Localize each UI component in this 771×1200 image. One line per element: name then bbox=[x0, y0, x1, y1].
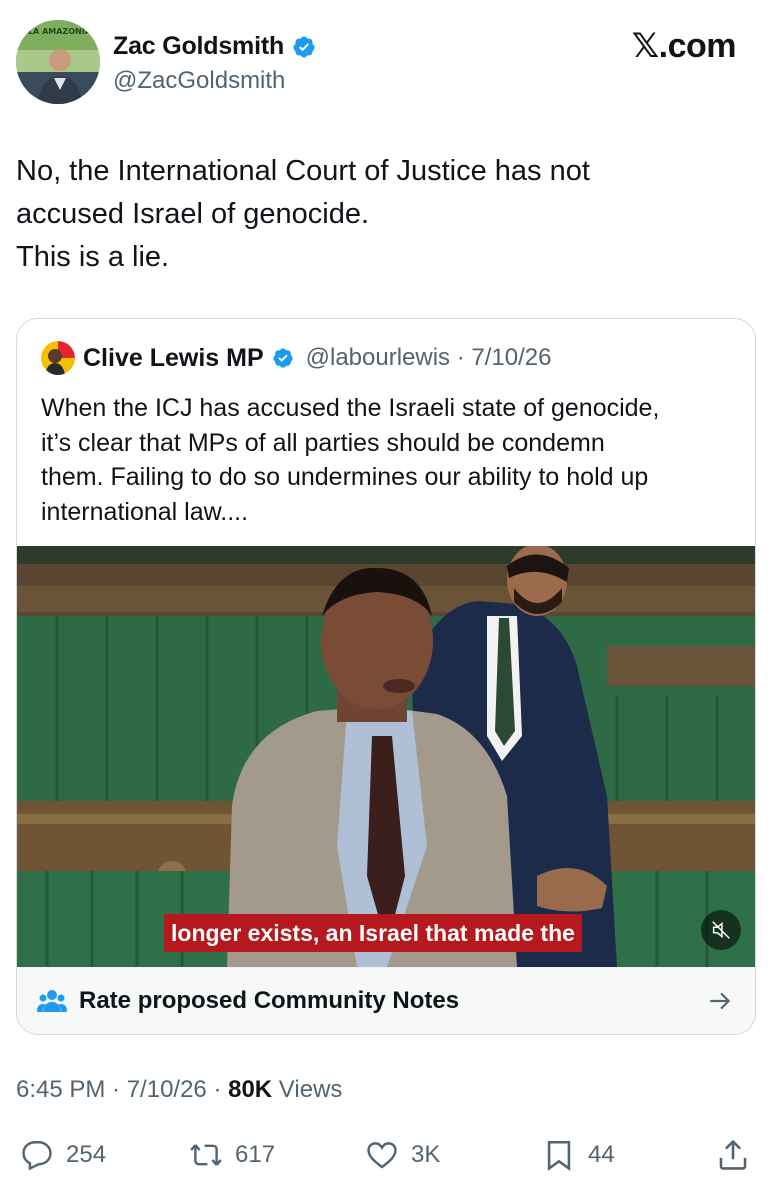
tweet-actions-bar: 254 617 3K 44 bbox=[16, 1133, 756, 1177]
share-icon bbox=[719, 1139, 747, 1170]
author-handle[interactable]: @ZacGoldsmith bbox=[113, 67, 285, 95]
tweet-header: LA AMAZONÍA Zac Goldsmith @ZacGoldsmith … bbox=[16, 20, 756, 106]
bookmark-button[interactable]: 44 bbox=[542, 1133, 615, 1177]
like-button[interactable]: 3K bbox=[365, 1133, 440, 1177]
quoted-text-line: When the ICJ has accused the Israeli sta… bbox=[41, 394, 660, 422]
quoted-author-avatar[interactable] bbox=[41, 341, 75, 375]
bookmark-count: 44 bbox=[588, 1141, 615, 1168]
view-count: 80K bbox=[228, 1076, 273, 1103]
tweet-timestamp[interactable]: 6:45 PM · 7/10/26 · bbox=[16, 1076, 228, 1103]
share-button[interactable] bbox=[716, 1133, 750, 1177]
like-count: 3K bbox=[411, 1141, 441, 1168]
repost-icon bbox=[190, 1144, 222, 1166]
tweet-body: No, the International Court of Justice h… bbox=[16, 150, 746, 279]
mute-icon[interactable] bbox=[701, 910, 741, 950]
author-name-row: Zac Goldsmith bbox=[113, 32, 316, 61]
tweet-meta: 6:45 PM · 7/10/26 · 80K Views bbox=[16, 1076, 342, 1104]
avatar-banner-text: LA AMAZONÍA bbox=[28, 25, 92, 36]
quoted-tweet-card[interactable]: Clive Lewis MP @labourlewis · 7/10/26 Wh… bbox=[16, 318, 756, 1035]
reply-count: 254 bbox=[66, 1141, 107, 1168]
reply-button[interactable]: 254 bbox=[20, 1133, 106, 1177]
x-logo-brand: 𝕏.com bbox=[631, 27, 737, 65]
community-notes-label: Rate proposed Community Notes bbox=[79, 987, 460, 1014]
arrow-right-icon[interactable] bbox=[707, 988, 733, 1014]
community-notes-bar[interactable]: Rate proposed Community Notes bbox=[17, 967, 755, 1034]
reply-icon bbox=[22, 1141, 52, 1171]
verified-badge-icon bbox=[273, 348, 293, 368]
verified-badge-icon bbox=[293, 36, 315, 57]
quoted-tweet-body: When the ICJ has accused the Israeli sta… bbox=[41, 391, 741, 529]
quoted-author-name[interactable]: Clive Lewis MP bbox=[83, 344, 264, 373]
author-display-name[interactable]: Zac Goldsmith bbox=[113, 32, 284, 61]
repost-count: 617 bbox=[235, 1141, 276, 1168]
people-icon bbox=[37, 990, 67, 1012]
quoted-text-line: international law.... bbox=[41, 497, 249, 526]
video-frame-image bbox=[17, 546, 755, 967]
quoted-author-handle-date[interactable]: @labourlewis · 7/10/26 bbox=[306, 344, 552, 372]
author-avatar[interactable]: LA AMAZONÍA bbox=[16, 20, 100, 104]
quoted-text-line: it’s clear that MPs of all parties shoul… bbox=[41, 428, 605, 457]
video-player[interactable]: longer exists, an Israel that made the bbox=[17, 546, 755, 967]
tweet-text-line: This is a lie. bbox=[16, 241, 170, 273]
heart-icon bbox=[367, 1142, 397, 1169]
repost-button[interactable]: 617 bbox=[189, 1133, 275, 1177]
tweet-text-line: accused Israel of genocide. bbox=[16, 198, 370, 230]
tweet-text-line: No, the International Court of Justice h… bbox=[16, 155, 590, 187]
bookmark-icon bbox=[547, 1140, 571, 1171]
quoted-tweet-header: Clive Lewis MP @labourlewis · 7/10/26 bbox=[41, 341, 551, 375]
video-caption: longer exists, an Israel that made the bbox=[164, 914, 582, 952]
views-label: Views bbox=[272, 1076, 343, 1103]
quoted-text-line: them. Failing to do so undermines our ab… bbox=[41, 463, 649, 491]
